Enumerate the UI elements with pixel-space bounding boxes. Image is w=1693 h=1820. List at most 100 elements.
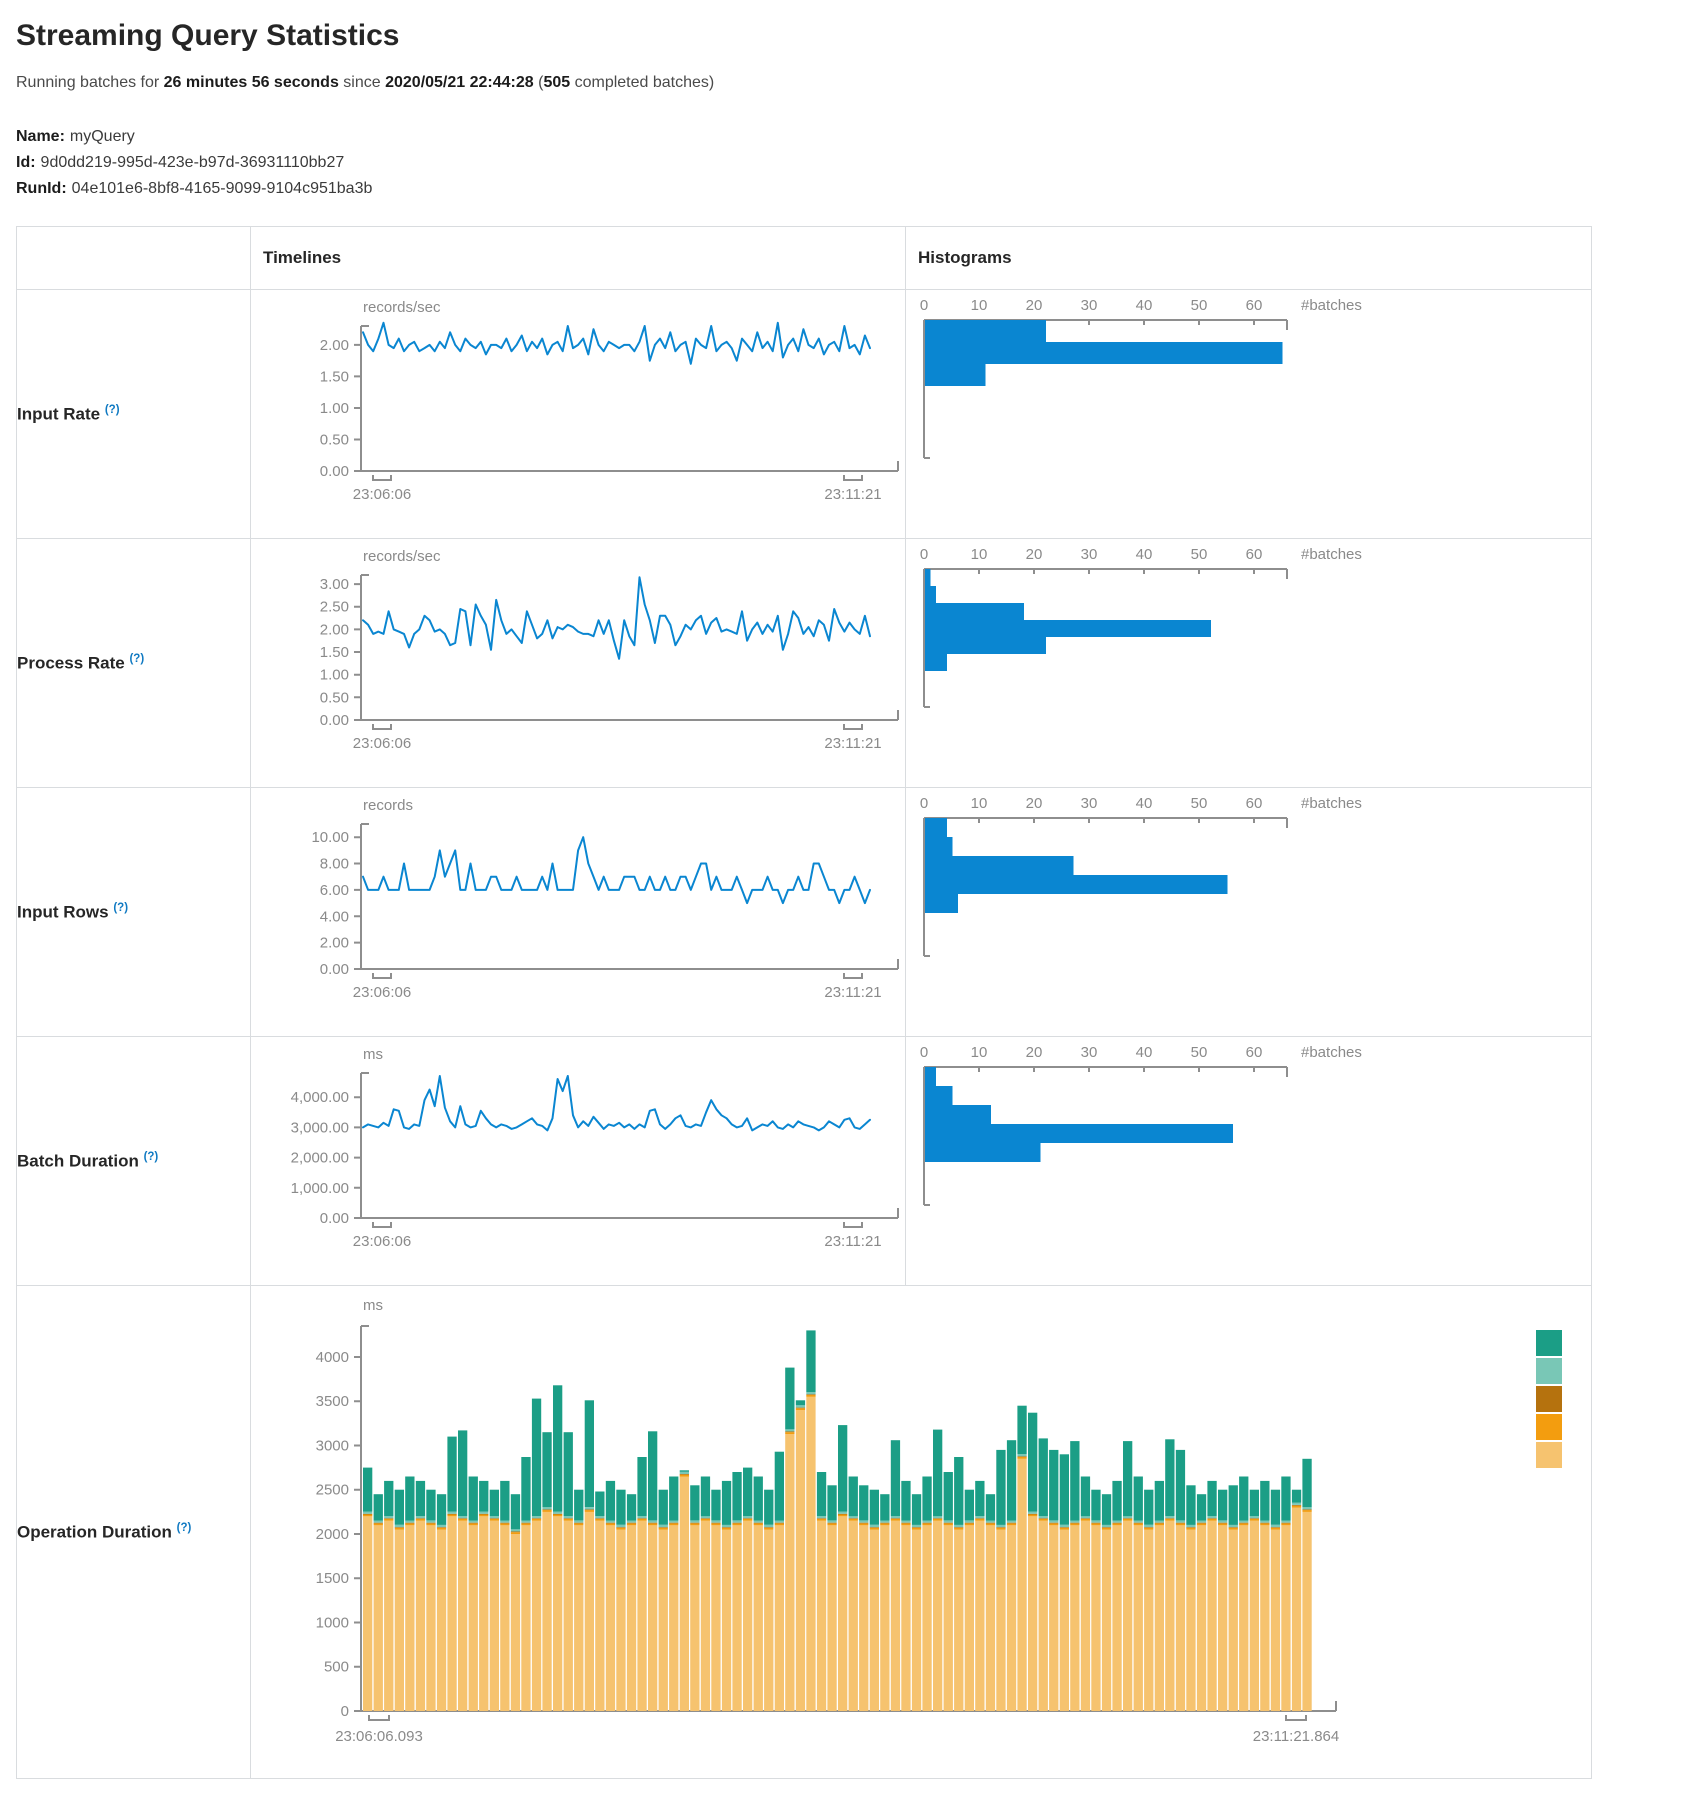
input-rows-timeline-chart: records0.002.004.006.008.0010.0023:06:06… — [251, 788, 905, 1024]
legend-swatch-light-teal — [1536, 1358, 1562, 1384]
id-value: 9d0dd219-995d-423e-b97d-36931110bb27 — [41, 154, 345, 171]
help-icon[interactable]: (?) — [113, 902, 128, 914]
svg-text:0: 0 — [341, 1703, 349, 1720]
svg-text:30: 30 — [1081, 795, 1098, 812]
svg-text:0.50: 0.50 — [320, 431, 349, 448]
corner-header-cell — [17, 227, 251, 290]
table-row-input-rate: Input Rate (?) records/sec0.000.501.001.… — [17, 290, 1592, 539]
row-label-text: Input Rows — [17, 902, 109, 921]
svg-text:2,000.00: 2,000.00 — [291, 1150, 349, 1167]
id-label: Id: — [16, 154, 36, 171]
process-rate-timeline-chart: records/sec0.000.501.001.502.002.503.002… — [251, 539, 905, 775]
table-header-row: Timelines Histograms — [17, 227, 1592, 290]
svg-text:records: records — [363, 797, 413, 814]
table-row-input-rows: Input Rows (?) records0.002.004.006.008.… — [17, 788, 1592, 1037]
svg-text:0.00: 0.00 — [320, 961, 349, 978]
svg-text:50: 50 — [1191, 546, 1208, 563]
help-icon[interactable]: (?) — [105, 404, 120, 416]
runid-value: 04e101e6-8bf8-4165-9099-9104c951ba3b — [72, 180, 373, 197]
svg-text:records/sec: records/sec — [363, 548, 441, 565]
svg-text:0: 0 — [920, 297, 928, 314]
svg-text:20: 20 — [1026, 795, 1043, 812]
svg-text:0: 0 — [920, 795, 928, 812]
svg-text:2.00: 2.00 — [320, 935, 349, 952]
svg-text:60: 60 — [1246, 795, 1263, 812]
svg-text:3.00: 3.00 — [320, 576, 349, 593]
svg-text:23:06:06: 23:06:06 — [353, 1233, 411, 1250]
svg-text:0.00: 0.00 — [320, 1210, 349, 1227]
query-id-line: Id: 9d0dd219-995d-423e-b97d-36931110bb27 — [16, 154, 1677, 172]
svg-text:23:11:21: 23:11:21 — [824, 735, 881, 752]
query-name-line: Name:myQuery — [16, 128, 1677, 146]
svg-text:#batches: #batches — [1301, 297, 1362, 314]
name-value: myQuery — [70, 128, 135, 145]
svg-text:40: 40 — [1136, 795, 1153, 812]
svg-text:3,000.00: 3,000.00 — [291, 1119, 349, 1136]
svg-text:2500: 2500 — [316, 1482, 349, 1499]
table-row-process-rate: Process Rate (?) records/sec0.000.501.00… — [17, 539, 1592, 788]
svg-text:40: 40 — [1136, 297, 1153, 314]
svg-text:4,000.00: 4,000.00 — [291, 1089, 349, 1106]
svg-text:23:11:21: 23:11:21 — [824, 486, 881, 503]
svg-text:#batches: #batches — [1301, 795, 1362, 812]
row-label-batch-duration: Batch Duration (?) — [17, 1037, 251, 1286]
table-row-operation-duration: Operation Duration (?) ms050010001500200… — [17, 1286, 1592, 1779]
svg-text:23:11:21: 23:11:21 — [824, 1233, 881, 1250]
svg-text:0.50: 0.50 — [320, 689, 349, 706]
svg-text:50: 50 — [1191, 297, 1208, 314]
svg-text:23:11:21.864: 23:11:21.864 — [1253, 1728, 1339, 1745]
svg-text:60: 60 — [1246, 546, 1263, 563]
svg-text:2.50: 2.50 — [320, 599, 349, 616]
svg-text:6.00: 6.00 — [320, 882, 349, 899]
svg-text:3000: 3000 — [316, 1437, 349, 1454]
since-word: since — [339, 74, 385, 91]
svg-text:ms: ms — [363, 1297, 383, 1314]
svg-text:30: 30 — [1081, 1044, 1098, 1061]
svg-text:ms: ms — [363, 1046, 383, 1063]
timelines-column-header: Timelines — [251, 227, 906, 290]
row-label-input-rows: Input Rows (?) — [17, 788, 251, 1037]
help-icon[interactable]: (?) — [129, 653, 144, 665]
running-summary: Running batches for 26 minutes 56 second… — [16, 74, 1677, 92]
svg-text:0.00: 0.00 — [320, 712, 349, 729]
svg-text:4000: 4000 — [316, 1349, 349, 1366]
svg-text:#batches: #batches — [1301, 546, 1362, 563]
svg-text:30: 30 — [1081, 546, 1098, 563]
svg-text:1500: 1500 — [316, 1570, 349, 1587]
row-label-text: Batch Duration — [17, 1151, 139, 1170]
svg-text:1000: 1000 — [316, 1614, 349, 1631]
svg-text:2.00: 2.00 — [320, 337, 349, 354]
process-rate-histogram-chart: 0102030405060#batches — [906, 539, 1591, 749]
help-icon[interactable]: (?) — [144, 1151, 159, 1163]
svg-text:3500: 3500 — [316, 1393, 349, 1410]
svg-text:23:06:06: 23:06:06 — [353, 735, 411, 752]
batches-open-paren: ( — [534, 74, 544, 91]
batch-duration-histogram-chart: 0102030405060#batches — [906, 1037, 1591, 1247]
streaming-query-statistics-page: Streaming Query Statistics Running batch… — [0, 0, 1693, 1789]
legend-swatch-dark-orange — [1536, 1386, 1562, 1412]
svg-text:20: 20 — [1026, 1044, 1043, 1061]
svg-text:500: 500 — [324, 1659, 349, 1676]
svg-text:0.00: 0.00 — [320, 463, 349, 480]
svg-text:40: 40 — [1136, 1044, 1153, 1061]
operation-duration-stacked-chart: ms 0 500 1000 1500 2000 2500 3000 3500 4000 23:06:… — [251, 1286, 1591, 1756]
svg-text:1.50: 1.50 — [320, 644, 349, 661]
svg-text:2.00: 2.00 — [320, 621, 349, 638]
svg-text:23:11:21: 23:11:21 — [824, 984, 881, 1001]
help-icon[interactable]: (?) — [177, 1522, 192, 1534]
svg-text:23:06:06.093: 23:06:06.093 — [335, 1728, 423, 1745]
row-label-input-rate: Input Rate (?) — [17, 290, 251, 539]
row-label-text: Process Rate — [17, 653, 125, 672]
row-label-process-rate: Process Rate (?) — [17, 539, 251, 788]
batch-duration-timeline-chart: ms 0.00 1,000.00 2,000.00 3,000.00 4,000.00 23… — [251, 1037, 905, 1273]
input-rows-histogram-chart: 0102030405060#batches — [906, 788, 1591, 998]
legend-swatch-teal — [1536, 1330, 1562, 1356]
svg-text:4.00: 4.00 — [320, 908, 349, 925]
running-prefix: Running batches for — [16, 74, 164, 91]
svg-text:1.50: 1.50 — [320, 368, 349, 385]
svg-text:23:06:06: 23:06:06 — [353, 486, 411, 503]
start-time: 2020/05/21 22:44:28 — [385, 74, 534, 91]
svg-text:2000: 2000 — [316, 1526, 349, 1543]
svg-text:1,000.00: 1,000.00 — [291, 1180, 349, 1197]
svg-text:50: 50 — [1191, 795, 1208, 812]
